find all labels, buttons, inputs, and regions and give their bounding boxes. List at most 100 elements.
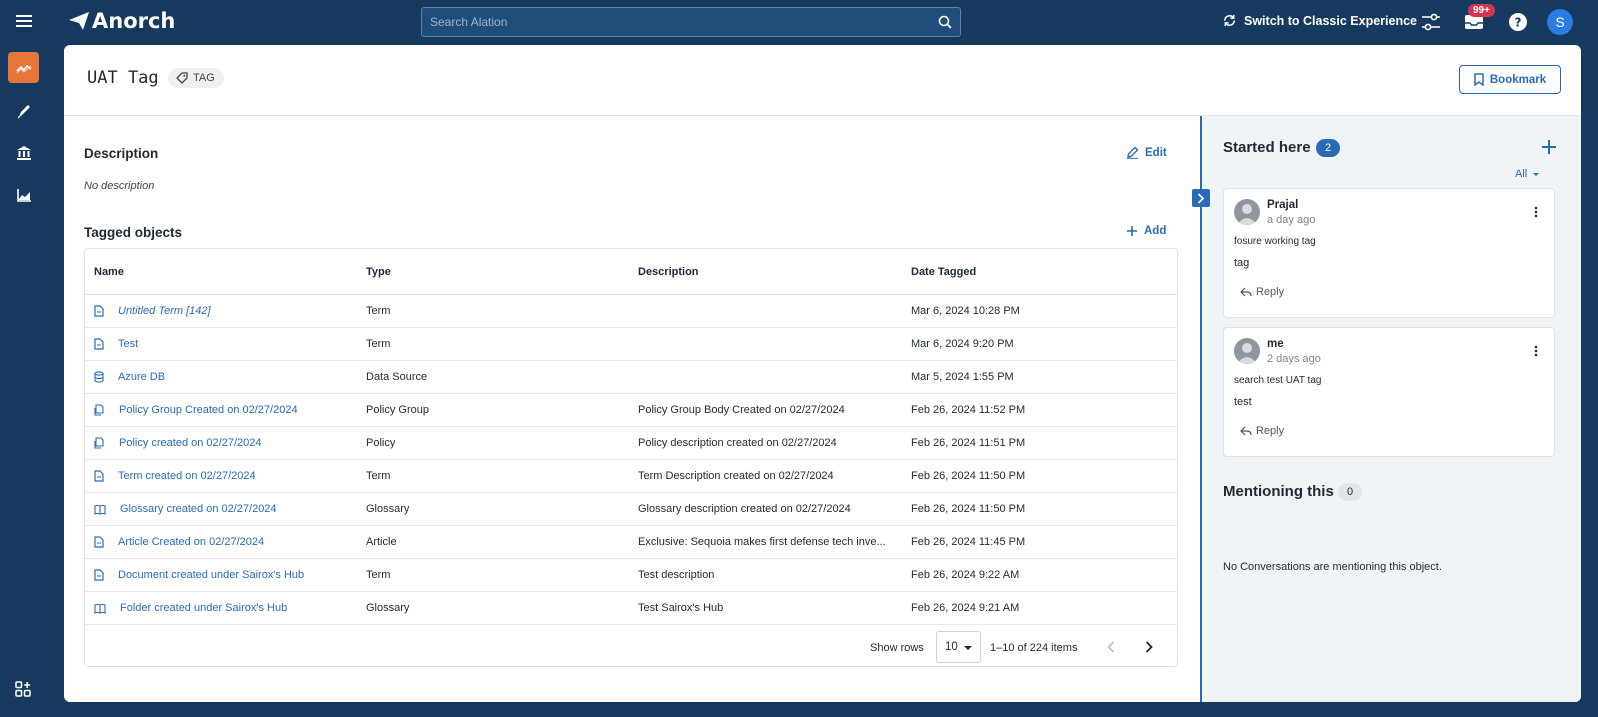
notification-badge: 99+	[1468, 4, 1495, 17]
description-title: Description	[84, 146, 159, 161]
user-initial: S	[1555, 14, 1565, 30]
object-type: Glossary	[366, 503, 410, 515]
object-name-link[interactable]: Untitled Term [142]	[94, 305, 354, 317]
new-conversation-button[interactable]	[1541, 139, 1557, 160]
pencil-icon	[1127, 146, 1139, 159]
bookmark-icon	[1474, 73, 1484, 86]
object-name-link[interactable]: Term created on 02/27/2024	[94, 470, 354, 482]
user-avatar[interactable]: S	[1547, 9, 1573, 35]
more-vertical-icon[interactable]	[1534, 344, 1538, 362]
more-vertical-icon[interactable]	[1534, 205, 1538, 223]
object-description: Exclusive: Sequoia makes first defense t…	[638, 536, 886, 548]
object-name-link[interactable]: Test	[94, 338, 354, 350]
table-row[interactable]: Policy Group Created on 02/27/2024 Policy…	[85, 394, 1177, 427]
object-name: Document created under Sairox's Hub	[118, 569, 305, 581]
column-header-description[interactable]: Description	[638, 266, 699, 278]
book-icon	[94, 603, 113, 614]
object-name-link[interactable]: Article Created on 02/27/2024	[94, 536, 354, 548]
conversation-card[interactable]: me 2 days ago search test UAT tag test Reply	[1223, 327, 1555, 457]
search-box[interactable]	[421, 7, 961, 37]
table-row[interactable]: Untitled Term [142] Term Mar 6, 2024 10:28…	[85, 295, 1177, 328]
settings-sliders-icon[interactable]	[1420, 11, 1442, 33]
conversation-card[interactable]: Prajal a day ago fosure working tag tag Repl…	[1223, 188, 1555, 318]
nav-compose-button[interactable]	[8, 95, 39, 126]
nav-catalog-button[interactable]	[8, 137, 39, 168]
add-label: Add	[1144, 225, 1167, 237]
conversation-body: tag	[1234, 257, 1250, 269]
reply-button[interactable]: Reply	[1240, 425, 1284, 437]
search-input[interactable]	[422, 8, 960, 36]
send-arrow-icon	[69, 12, 89, 30]
conversation-author[interactable]: me	[1267, 338, 1284, 350]
avatar[interactable]	[1234, 199, 1260, 225]
previous-page-button[interactable]	[1103, 639, 1119, 655]
search-icon[interactable]	[938, 15, 952, 29]
menu-icon[interactable]	[14, 12, 34, 32]
nav-analytics-button[interactable]	[8, 180, 39, 211]
document-icon	[94, 470, 111, 482]
started-here-title: Started here	[1223, 139, 1311, 156]
table-row[interactable]: Document created under Sairox's Hub Term T…	[85, 559, 1177, 592]
trend-icon	[15, 64, 31, 73]
nav-trend-button[interactable]	[8, 52, 39, 83]
table-row[interactable]: Test Term Mar 6, 2024 9:20 PM	[85, 328, 1177, 361]
conversation-body: test	[1234, 396, 1252, 408]
bank-icon	[16, 145, 31, 160]
date-tagged: Feb 26, 2024 11:52 PM	[911, 404, 1026, 416]
bookmark-label: Bookmark	[1489, 73, 1547, 86]
conversations-sidebar: Started here 2 All Prajal a day ago fosure…	[1200, 116, 1581, 702]
reply-button[interactable]: Reply	[1240, 286, 1284, 298]
switch-classic-label: Switch to Classic Experience	[1244, 13, 1417, 28]
show-rows-label: Show rows	[870, 642, 924, 654]
date-tagged: Feb 26, 2024 11:45 PM	[911, 536, 1026, 548]
edit-description-button[interactable]: Edit	[1126, 146, 1167, 159]
filter-label: All	[1515, 168, 1528, 180]
rows-per-page-select[interactable]: 10	[936, 631, 981, 663]
brand-logo[interactable]: Anorch	[68, 9, 175, 33]
object-description: Policy Group Body Created on 02/27/2024	[638, 404, 845, 416]
object-name: Test	[118, 338, 139, 350]
object-name-link[interactable]: Glossary created on 02/27/2024	[94, 503, 354, 515]
object-description: Glossary description created on 02/27/20…	[638, 503, 851, 515]
object-description: Test description	[638, 569, 715, 581]
next-page-button[interactable]	[1141, 639, 1157, 655]
object-name: Policy created on 02/27/2024	[119, 437, 262, 449]
collapse-sidebar-button[interactable]	[1192, 189, 1210, 207]
description-empty: No description	[84, 180, 155, 192]
object-name-link[interactable]: Policy Group Created on 02/27/2024	[94, 404, 354, 416]
mentioning-title: Mentioning this	[1223, 483, 1334, 500]
column-header-name[interactable]: Name	[94, 266, 124, 278]
avatar[interactable]	[1234, 338, 1260, 364]
chart-icon	[16, 189, 31, 202]
table-row[interactable]: Article Created on 02/27/2024 Article Excl…	[85, 526, 1177, 559]
object-name-link[interactable]: Document created under Sairox's Hub	[94, 569, 354, 581]
bookmark-button[interactable]: Bookmark	[1459, 65, 1561, 94]
help-icon[interactable]: ?	[1507, 11, 1529, 33]
switch-classic-button[interactable]: Switch to Classic Experience	[1222, 13, 1417, 28]
table-row[interactable]: Folder created under Sairox's Hub Glossar…	[85, 592, 1177, 625]
add-tagged-object-button[interactable]: Add	[1126, 225, 1166, 237]
object-name-link[interactable]: Azure DB	[94, 371, 354, 383]
date-tagged: Feb 26, 2024 9:22 AM	[911, 569, 1020, 581]
object-name-link[interactable]: Policy created on 02/27/2024	[94, 437, 354, 449]
table-row[interactable]: Policy created on 02/27/2024 Policy Policy…	[85, 427, 1177, 460]
document-icon	[94, 338, 111, 350]
page-header: UAT Tag TAG Bookmark	[64, 45, 1581, 116]
column-header-date-tagged[interactable]: Date Tagged	[911, 266, 976, 278]
object-type: Policy	[366, 437, 396, 449]
pen-icon	[17, 104, 30, 118]
conversation-filter-dropdown[interactable]: All	[1515, 168, 1540, 180]
object-type-pill: TAG	[168, 68, 224, 88]
policy-group-icon	[94, 404, 112, 416]
table-row[interactable]: Glossary created on 02/27/2024 Glossary Gl…	[85, 493, 1177, 526]
reply-label: Reply	[1256, 286, 1285, 298]
edit-label: Edit	[1145, 146, 1167, 159]
table-row[interactable]: Term created on 02/27/2024 Term Term Descr…	[85, 460, 1177, 493]
object-type: Term	[366, 569, 391, 581]
apps-icon[interactable]	[15, 681, 31, 702]
table-row[interactable]: Azure DB Data Source Mar 5, 2024 1:55 PM	[85, 361, 1177, 394]
object-description: Policy description created on 02/27/2024	[638, 437, 837, 449]
column-header-type[interactable]: Type	[366, 266, 391, 278]
object-name-link[interactable]: Folder created under Sairox's Hub	[94, 602, 354, 614]
conversation-author[interactable]: Prajal	[1267, 199, 1298, 211]
